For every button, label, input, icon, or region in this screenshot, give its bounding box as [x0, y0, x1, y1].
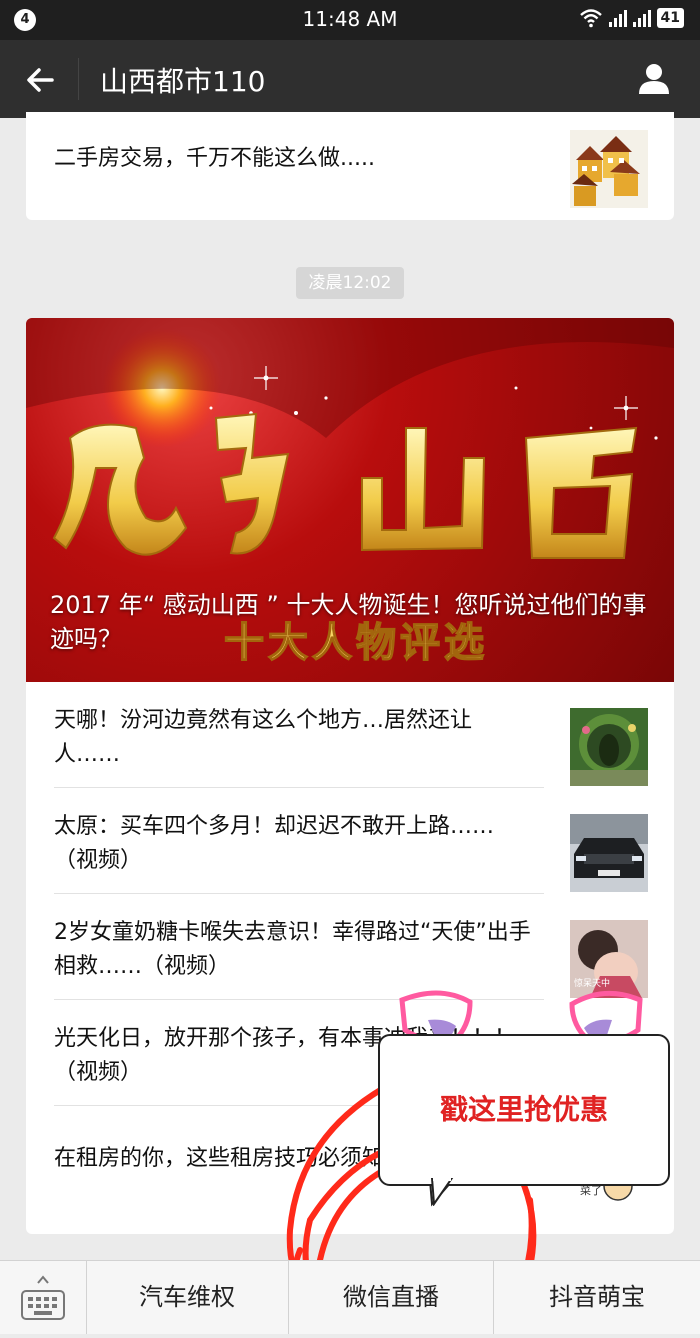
article-thumbnail	[570, 708, 648, 786]
keyboard-toggle-button[interactable]	[0, 1261, 87, 1334]
article-title[interactable]: 天哪！汾河边竟然有这么个地方…居然还让人……	[54, 704, 534, 772]
message-timestamp: 凌晨12:02	[296, 267, 404, 299]
menu-item-douyin-baby[interactable]: 抖音萌宝	[494, 1261, 700, 1334]
promo-text[interactable]: 戳这里抢优惠	[380, 1088, 668, 1128]
article-title[interactable]: 二手房交易，千万不能这么做.....	[54, 140, 375, 172]
featured-article-banner[interactable]: 十大人物评选 2017 年“ 感动山西 ” 十大人物诞生！您听说过他们的事迹吗？	[26, 318, 674, 682]
svg-text:惊呆天中: 惊呆天中	[574, 977, 610, 989]
article-thumbnail	[570, 814, 648, 892]
article-title[interactable]: 2岁女童奶糖卡喉失去意识！幸得路过“天使”出手相救……（视频）	[54, 916, 534, 984]
wifi-icon	[579, 9, 602, 28]
promo-popup[interactable]: 戳这里抢优惠	[378, 1034, 670, 1186]
promo-bubble-tail	[430, 1178, 454, 1206]
back-arrow-icon[interactable]	[22, 62, 58, 98]
status-bar: 4 11:48 AM 41	[0, 0, 700, 40]
list-item[interactable]: 2岁女童奶糖卡喉失去意识！幸得路过“天使”出手相救……（视频） 惊呆天中	[26, 894, 674, 1000]
menu-item-car-rights[interactable]: 汽车维权	[86, 1261, 289, 1334]
featured-article-title[interactable]: 2017 年“ 感动山西 ” 十大人物诞生！您听说过他们的事迹吗？	[50, 588, 660, 656]
signal-icon-2	[632, 9, 651, 27]
article-thumbnail: 惊呆天中	[570, 920, 648, 998]
list-item[interactable]: 太原：买车四个多月！却迟迟不敢开上路……（视频）	[26, 788, 674, 894]
article-thumbnail	[570, 130, 648, 208]
signal-icon	[608, 9, 627, 27]
battery-icon: 41	[656, 8, 684, 28]
menu-item-wechat-live[interactable]: 微信直播	[289, 1261, 494, 1334]
navigation-bar: 山西都市110	[0, 40, 700, 118]
list-item[interactable]: 天哪！汾河边竟然有这么个地方…居然还让人……	[26, 682, 674, 788]
keyboard-icon	[21, 1275, 65, 1320]
article-title[interactable]: 太原：买车四个多月！却迟迟不敢开上路……（视频）	[54, 810, 534, 878]
page-title: 山西都市110	[100, 65, 266, 98]
bottom-menu-bar: 汽车维权 微信直播 抖音萌宝	[0, 1260, 700, 1334]
article-card-top[interactable]: 二手房交易，千万不能这么做.....	[26, 112, 674, 220]
nav-divider	[78, 58, 79, 100]
status-icons: 41	[579, 8, 684, 28]
user-profile-icon[interactable]	[636, 60, 672, 96]
